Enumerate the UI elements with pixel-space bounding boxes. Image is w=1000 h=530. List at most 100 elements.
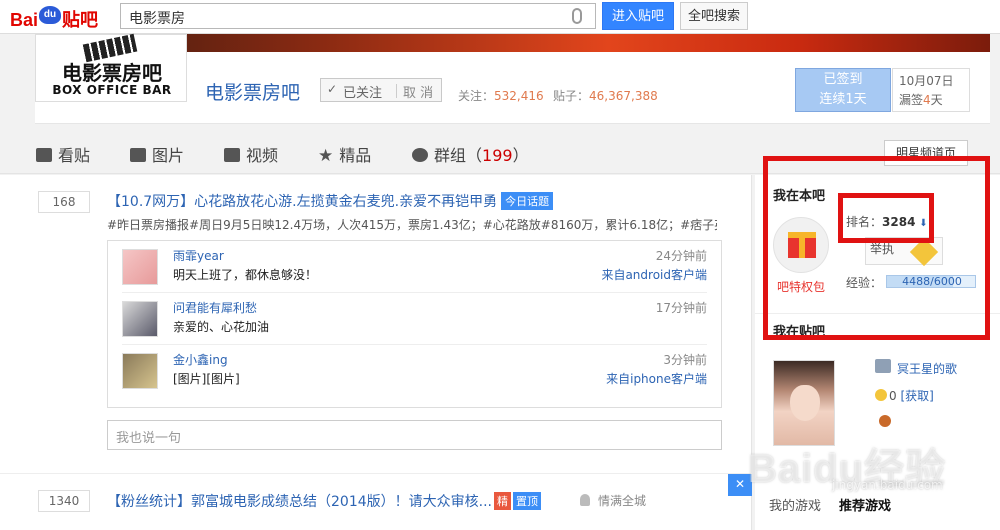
tab-videos-label: 视频 (246, 146, 279, 165)
user-icon (580, 494, 590, 506)
missed-days: 漏签4天 (899, 91, 963, 110)
posts-stat: 贴子：46,367,388 (553, 87, 658, 104)
signed-in-button[interactable]: 已签到 连续1天 (795, 68, 891, 112)
all-bar-search-button[interactable]: 全吧搜索 (680, 2, 748, 30)
tab-recommended-games[interactable]: 推荐游戏 (839, 499, 891, 514)
search-input[interactable]: 电影票房 (120, 3, 596, 29)
follow-group: ✓ 已关注 取 消 (320, 78, 442, 102)
reply-text: 亲爱的、心花加油 (173, 320, 270, 334)
table-row: 1340 【粉丝统计】郭富城电影成绩总结（2014版）！请大众审核... 精置顶 … (0, 473, 752, 530)
reply-count: 1340 (38, 490, 90, 512)
followers-label: 关注： (458, 89, 495, 103)
followed-label: 已关注 (343, 86, 383, 101)
thread-title-text[interactable]: 【粉丝统计】郭富城电影成绩总结（2014版）！请大众审核... (107, 494, 492, 510)
forum-logo-en: BOX OFFICE BAR (52, 83, 172, 97)
tab-groups[interactable]: 群组（199） (412, 142, 529, 166)
divider (396, 84, 397, 98)
enter-bar-button[interactable]: 进入贴吧 (602, 2, 674, 30)
reply-username[interactable]: 问君能有犀利愁 (173, 299, 257, 316)
reply-count: 168 (38, 191, 90, 213)
baidu-tieba-logo[interactable]: Bai du 贴吧 (10, 6, 98, 32)
reply-username[interactable]: 金小鑫ing (173, 351, 228, 368)
tab-posts[interactable]: 看贴 (36, 142, 90, 166)
paw-icon: du (39, 6, 62, 24)
author-name[interactable]: 情满全城 (598, 494, 646, 508)
reply-text: 明天上班了，都休息够没！ (173, 268, 318, 282)
list-item: 问君能有犀利愁 亲爱的、心花加油 17分钟前 (122, 293, 707, 345)
reply-text: [图片][图片] (173, 372, 240, 386)
document-icon (36, 148, 52, 162)
profile-username[interactable]: 冥王星的歌 (897, 360, 957, 377)
forum-title[interactable]: 电影票房吧 (205, 78, 300, 105)
get-coin-link[interactable]: [获取] (900, 389, 933, 403)
highlight-box-outer (763, 156, 990, 340)
avatar[interactable] (122, 301, 158, 337)
avatar[interactable] (773, 360, 835, 446)
sign-date-panel: 10月07日 漏签4天 (892, 68, 970, 112)
quick-reply-input[interactable]: 我也说一句 (107, 420, 722, 450)
list-item: 雨霏year 明天上班了，都休息够没！ 24分钟前 来自android客户端 (122, 241, 707, 293)
game-tabs: 我的游戏 推荐游戏 (769, 495, 891, 514)
tab-featured-label: 精品 (339, 146, 372, 165)
watermark-url: jingyan.baidu.com (832, 478, 943, 492)
tab-images[interactable]: 图片 (130, 142, 184, 166)
tab-images-label: 图片 (152, 146, 185, 165)
ball-icon[interactable] (879, 415, 891, 427)
recent-replies: 雨霏year 明天上班了，都休息够没！ 24分钟前 来自android客户端 问… (107, 240, 722, 408)
tab-featured[interactable]: ★ 精品 (318, 142, 371, 166)
coin-row: 0 [获取] (875, 387, 934, 404)
missed-count: 4 (923, 93, 931, 107)
list-item: 金小鑫ing [图片][图片] 3分钟前 来自iphone客户端 (122, 345, 707, 397)
avatar[interactable] (122, 353, 158, 389)
image-icon (130, 148, 146, 162)
posts-count: 46,367,388 (589, 89, 658, 103)
star-icon: ★ (318, 146, 334, 166)
reply-username[interactable]: 雨霏year (173, 247, 224, 264)
chat-icon (412, 148, 428, 162)
group-count: 199 (482, 146, 513, 165)
thread-list: 168 【10.7网万】心花路放花心游.左揽黄金右麦兜.亲爱不再铠甲勇 今日话题 … (0, 175, 752, 530)
forum-logo[interactable]: 电影票房吧 BOX OFFICE BAR (35, 33, 187, 102)
tab-my-games[interactable]: 我的游戏 (769, 499, 821, 514)
missed-suffix: 天 (930, 93, 943, 107)
logo-baidu-text: Bai (10, 10, 39, 30)
reply-time: 24分钟前 (655, 249, 707, 263)
paren-close: ） (512, 146, 529, 165)
avatar-face (790, 385, 820, 421)
check-icon: ✓ (327, 82, 338, 96)
thread-title[interactable]: 【粉丝统计】郭富城电影成绩总结（2014版）！请大众审核... 精置顶 (107, 491, 541, 511)
consecutive-days-label: 连续1天 (819, 92, 867, 107)
coin-value: 0 (889, 389, 897, 403)
followers-stat: 关注：532,416 (458, 87, 544, 104)
forum-logo-cn: 电影票房吧 (62, 61, 162, 85)
thread-author[interactable]: 情满全城 (580, 492, 646, 509)
unfollow-button[interactable]: 取 消 (403, 82, 433, 101)
coin-icon (875, 389, 887, 401)
avatar[interactable] (122, 249, 158, 285)
tab-posts-label: 看贴 (58, 146, 91, 165)
reply-time: 17分钟前 (655, 301, 707, 315)
video-icon (224, 148, 240, 162)
missed-prefix: 漏签 (899, 93, 924, 107)
pinned-badge: 置顶 (512, 492, 541, 510)
thread-summary: #昨日票房播报#周日9月5日映12.4万场，人次415万，票房1.43亿；#心花… (107, 218, 717, 232)
sign-date: 10月07日 (899, 74, 954, 88)
reply-source-link[interactable]: 来自iphone客户端 (606, 370, 707, 387)
top-bar: Bai du 贴吧 电影票房 进入贴吧 全吧搜索 (0, 0, 1000, 34)
today-topic-badge: 今日话题 (501, 192, 554, 210)
featured-badge: 精 (493, 492, 511, 510)
reply-source-link[interactable]: 来自android客户端 (601, 266, 707, 283)
paren-open: （ (466, 146, 483, 165)
followers-count: 532,416 (494, 89, 544, 103)
tab-groups-label: 群组 (434, 146, 467, 165)
highlight-box-rank (838, 193, 934, 243)
thread-title-text[interactable]: 【10.7网万】心花路放花心游.左揽黄金右麦兜.亲爱不再铠甲勇 (107, 194, 497, 210)
logo-tieba-text: 贴吧 (62, 10, 99, 30)
signed-in-label: 已签到 (823, 72, 863, 87)
reply-time: 3分钟前 (663, 353, 707, 367)
posts-label: 贴子： (553, 89, 590, 103)
thread-title[interactable]: 【10.7网万】心花路放花心游.左揽黄金右麦兜.亲爱不再铠甲勇 今日话题 (107, 191, 554, 211)
microphone-icon[interactable] (572, 8, 582, 24)
crown-icon (875, 359, 891, 373)
tab-videos[interactable]: 视频 (224, 142, 278, 166)
